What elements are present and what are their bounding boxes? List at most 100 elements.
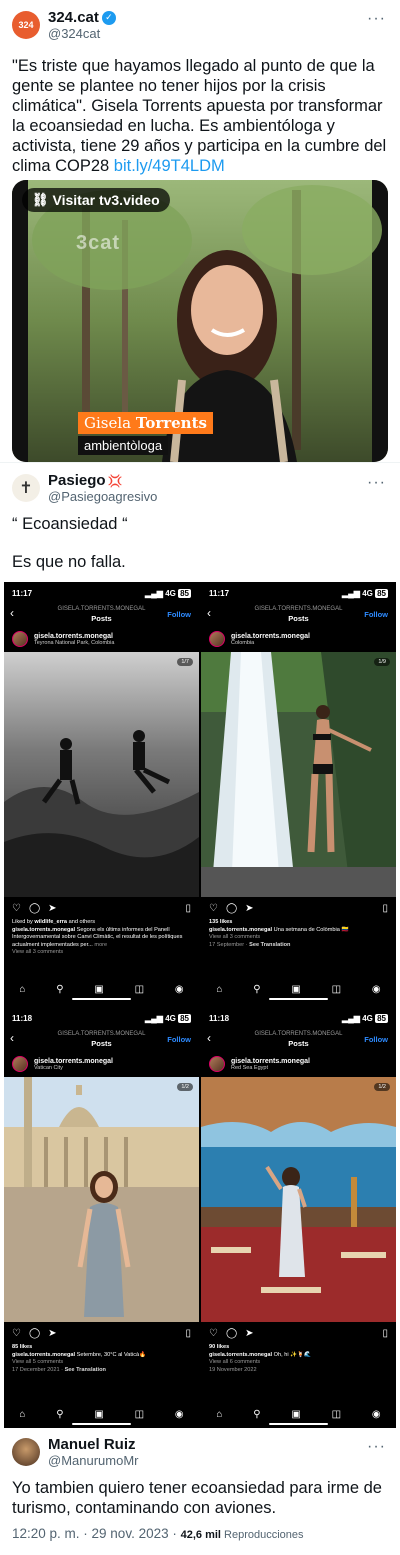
follow-button[interactable]: Follow [167, 610, 191, 619]
share-icon[interactable]: ➤ [48, 903, 56, 914]
posts-header: ‹ GISELA.TORRENTS.MONEGAL Posts Follow [4, 604, 199, 626]
search-icon[interactable]: ⚲ [56, 984, 63, 995]
comment-icon[interactable]: ◯ [226, 1328, 237, 1339]
caption-username[interactable]: gisela.torrents.monegal [12, 1352, 75, 1358]
avatar[interactable] [209, 631, 225, 647]
bookmark-icon[interactable]: ▯ [382, 1328, 388, 1339]
reels-icon[interactable]: ▣ [94, 984, 103, 995]
post-author[interactable]: gisela.torrents.monegal Colombia [201, 626, 396, 652]
share-icon[interactable]: ➤ [48, 1328, 56, 1339]
caption: gisela.torrents.monegal Segons els últim… [4, 927, 199, 950]
see-translation-link[interactable]: See Translation [65, 1367, 106, 1373]
post-author[interactable]: gisela.torrents.monegal Vatican City [4, 1051, 199, 1077]
author-handle[interactable]: @Pasiegoagresivo [48, 489, 157, 504]
search-icon[interactable]: ⚲ [56, 1409, 63, 1420]
home-icon[interactable]: ⌂ [216, 984, 222, 995]
post-photo[interactable]: 1/9 [201, 652, 396, 897]
location[interactable]: Colombia [231, 640, 310, 646]
author-name[interactable]: Pasiego [48, 472, 106, 489]
post-author[interactable]: gisela.torrents.monegal Red Sea Egypt [201, 1051, 396, 1077]
more-options-icon[interactable]: ··· [367, 1438, 386, 1456]
shop-icon[interactable]: ◫ [332, 984, 341, 995]
instagram-screenshots-grid: 11:17 ▂▄▆ 4G 85 ‹ GISELA.TORRENTS.MONEGA… [4, 582, 396, 1428]
username[interactable]: gisela.torrents.monegal [231, 1058, 310, 1065]
avatar[interactable] [209, 1056, 225, 1072]
comment-icon[interactable]: ◯ [29, 1328, 40, 1339]
search-icon[interactable]: ⚲ [253, 1409, 260, 1420]
likes-count[interactable]: 90 likes [209, 1344, 229, 1350]
reels-icon[interactable]: ▣ [94, 1409, 103, 1420]
follow-button[interactable]: Follow [364, 1035, 388, 1044]
tweet-link[interactable]: bit.ly/49T4LDM [114, 157, 225, 175]
view-comments-link[interactable]: View all 6 comments [201, 1359, 396, 1367]
username[interactable]: gisela.torrents.monegal [34, 633, 114, 640]
caption-text: Oh, hi ✨🍹🌊 [272, 1351, 312, 1358]
tweet-timestamp[interactable]: 12:20 p. m. · 29 nov. 2023 · [12, 1526, 181, 1541]
avatar[interactable] [12, 1056, 28, 1072]
network-type: 4G [362, 588, 373, 598]
avatar[interactable] [12, 631, 28, 647]
bookmark-icon[interactable]: ▯ [185, 903, 191, 914]
location[interactable]: Red Sea Egypt [231, 1065, 310, 1071]
likes-count[interactable]: 135 likes [209, 919, 232, 925]
username[interactable]: gisela.torrents.monegal [231, 633, 310, 640]
more-link[interactable]: more [94, 942, 107, 948]
caption-username[interactable]: gisela.torrents.monegal [209, 1352, 272, 1358]
location[interactable]: Vatican City [34, 1065, 113, 1071]
profile-icon[interactable]: ◉ [372, 984, 381, 995]
share-icon[interactable]: ➤ [245, 903, 253, 914]
profile-icon[interactable]: ◉ [175, 1409, 184, 1420]
heart-icon[interactable]: ♡ [209, 903, 218, 914]
more-options-icon[interactable]: ··· [367, 10, 386, 28]
heart-icon[interactable]: ♡ [12, 903, 21, 914]
author-handle[interactable]: @324cat [48, 26, 116, 41]
caption-username[interactable]: gisela.torrents.monegal [209, 927, 272, 933]
author-handle[interactable]: @ManurumoMr [48, 1453, 139, 1468]
search-icon[interactable]: ⚲ [253, 984, 260, 995]
caption-username[interactable]: gisela.torrents.monegal [12, 927, 75, 933]
profile-icon[interactable]: ◉ [175, 984, 184, 995]
bookmark-icon[interactable]: ▯ [185, 1328, 191, 1339]
visit-video-button[interactable]: ⛓ Visitar tv3.video [22, 188, 170, 212]
author-name[interactable]: 324.cat [48, 9, 99, 26]
home-icon[interactable]: ⌂ [19, 1409, 25, 1420]
view-comments-link[interactable]: View all 5 comments [4, 1359, 199, 1367]
avatar[interactable] [12, 1438, 40, 1466]
home-icon[interactable]: ⌂ [216, 1409, 222, 1420]
waterfall-photo [201, 652, 396, 897]
share-icon[interactable]: ➤ [245, 1328, 253, 1339]
view-comments-link[interactable]: View all 3 comments [4, 949, 199, 957]
liked-by-user[interactable]: wildlife_erra [34, 919, 67, 925]
follow-button[interactable]: Follow [364, 610, 388, 619]
avatar[interactable]: ✝ [12, 474, 40, 502]
likes-count[interactable]: 85 likes [12, 1344, 32, 1350]
bookmark-icon[interactable]: ▯ [382, 903, 388, 914]
shop-icon[interactable]: ◫ [135, 984, 144, 995]
post-date: 17 December 2021 · [12, 1366, 65, 1373]
author-name[interactable]: Manuel Ruiz [48, 1436, 139, 1453]
view-comments-link[interactable]: View all 3 comments [201, 934, 396, 942]
see-translation-link[interactable]: See Translation [249, 942, 290, 948]
shop-icon[interactable]: ◫ [135, 1409, 144, 1420]
post-photo[interactable]: 1/2 [201, 1077, 396, 1322]
post-author[interactable]: gisela.torrents.monegal Teyrona National… [4, 626, 199, 652]
divider [0, 462, 400, 463]
username[interactable]: gisela.torrents.monegal [34, 1058, 113, 1065]
post-photo[interactable]: 1/2 [4, 1077, 199, 1322]
reels-icon[interactable]: ▣ [291, 1409, 300, 1420]
post-photo[interactable]: 1/7 [4, 652, 199, 897]
home-icon[interactable]: ⌂ [19, 984, 25, 995]
channel-watermark: 3cat [76, 232, 121, 254]
more-options-icon[interactable]: ··· [367, 474, 386, 492]
reels-icon[interactable]: ▣ [291, 984, 300, 995]
video-card[interactable]: ⛓ Visitar tv3.video 3cat Gisela Torrents… [12, 180, 388, 462]
comment-icon[interactable]: ◯ [29, 903, 40, 914]
shop-icon[interactable]: ◫ [332, 1409, 341, 1420]
heart-icon[interactable]: ♡ [209, 1328, 218, 1339]
profile-icon[interactable]: ◉ [372, 1409, 381, 1420]
avatar[interactable]: 324 [12, 11, 40, 39]
heart-icon[interactable]: ♡ [12, 1328, 21, 1339]
comment-icon[interactable]: ◯ [226, 903, 237, 914]
follow-button[interactable]: Follow [167, 1035, 191, 1044]
location[interactable]: Teyrona National Park, Colombia [34, 640, 114, 646]
